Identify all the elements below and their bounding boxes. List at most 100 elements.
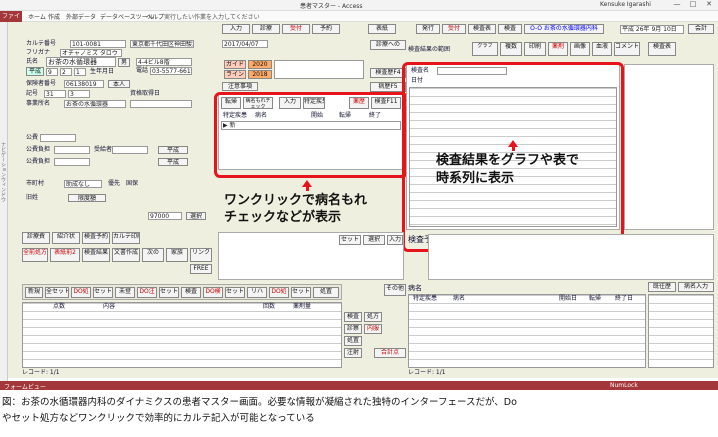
order-reha[interactable]: リハ	[247, 287, 267, 298]
kiou-button[interactable]: 既往歴	[648, 282, 676, 292]
bango-field[interactable]: 3	[68, 90, 90, 98]
zenki-button[interactable]: 全前処方	[22, 248, 48, 262]
nyuryoku-button[interactable]: 入力	[222, 24, 250, 34]
memo-panel[interactable]: セット 選択 入力	[218, 232, 404, 280]
birth-year-field[interactable]: 9	[46, 68, 58, 76]
era-selector-3[interactable]: 平成	[158, 158, 188, 166]
hakkou-button[interactable]: 発行	[416, 24, 440, 34]
kensa-hyou-button[interactable]: 検査表	[648, 42, 676, 56]
shoho-tab-button[interactable]: 処方	[364, 312, 382, 322]
graph-button[interactable]: グラフ	[472, 42, 498, 56]
kensa-button[interactable]: 検査	[498, 24, 522, 34]
set-button[interactable]: セット	[339, 235, 361, 245]
order-new[interactable]: 新規	[25, 287, 43, 298]
goukei-button[interactable]: 合計点	[374, 348, 406, 358]
clinic-name-button[interactable]: O-O お茶の水循環器内科	[524, 24, 604, 34]
patient-name-field[interactable]: お茶の水循環器	[46, 57, 116, 67]
order-mitou[interactable]: 未登	[115, 287, 135, 298]
furigana-field[interactable]: オチャノミズ タロウ	[60, 49, 122, 57]
shinsatsu-tab-button[interactable]: 診察	[344, 324, 362, 334]
tab-create[interactable]: 作成	[48, 12, 60, 21]
uketsuke-button-2[interactable]: 受付	[442, 24, 466, 34]
chumon-button[interactable]: 注意事項	[222, 82, 258, 91]
byomei-grid[interactable]: 特定疾患 病名 開始日 転帰 終了日	[408, 294, 646, 368]
date-field[interactable]: 2017/04/07	[222, 40, 268, 48]
naifuku-button[interactable]: 内服	[364, 324, 382, 334]
shikaku-field[interactable]	[130, 100, 192, 108]
order-set-3[interactable]: セット	[225, 287, 245, 298]
byomei-nyuryoku-button[interactable]: 病名入力	[678, 282, 714, 292]
tab-help[interactable]: ヘルプ	[146, 12, 164, 21]
juukyu-field[interactable]	[112, 146, 148, 154]
kensa-hyo-button[interactable]: 検査表	[468, 24, 496, 34]
guide-button[interactable]: ガイド	[224, 60, 246, 69]
honnin-selector[interactable]: 本人	[108, 80, 130, 88]
sonota-button[interactable]: その他	[384, 284, 406, 296]
next-button[interactable]: 次の	[142, 248, 164, 262]
birth-day-field[interactable]: 1	[74, 68, 86, 76]
navigation-pane[interactable]: ナビゲーションウィンドウ	[0, 22, 8, 382]
phone-field[interactable]: 03-5577-6613	[150, 67, 192, 75]
shinryo-button[interactable]: 診療	[252, 24, 280, 34]
comment-button[interactable]: コメント	[614, 42, 640, 56]
order-kensa[interactable]: 検査	[181, 287, 201, 298]
era-selector[interactable]: 平成	[26, 67, 44, 76]
minimize-icon[interactable]: —	[670, 0, 684, 10]
sentaku-button-2[interactable]: 選択	[363, 235, 385, 245]
kaikei-button[interactable]: 会計	[688, 24, 714, 34]
order-record-nav[interactable]: レコード: 1/1	[22, 369, 60, 377]
year-2020[interactable]: 2020	[248, 60, 272, 69]
shoukai-button[interactable]: 紹介状	[52, 232, 80, 244]
order-do-shoho[interactable]: DO処	[71, 287, 91, 298]
kensa-yotei-panel[interactable]	[428, 234, 714, 280]
hyoshi-button[interactable]: 表紙	[368, 24, 396, 34]
order-do-kensa[interactable]: DO検	[203, 287, 223, 298]
shochi-tab-button[interactable]: 処置	[344, 336, 362, 346]
tokurei-field[interactable]: 助成なし	[64, 180, 102, 188]
karte-print-button[interactable]: カルテ印刷	[112, 232, 140, 244]
order-set-1[interactable]: セット	[93, 287, 113, 298]
order-grid[interactable]: 点数 内容 回数 薬剤量	[22, 302, 342, 368]
tab-home[interactable]: ホーム	[28, 12, 46, 21]
year-2018[interactable]: 2018	[248, 70, 272, 79]
fukusu-button[interactable]: 複数	[500, 42, 522, 56]
shinryou-button[interactable]: 診療費	[22, 232, 50, 244]
file-tab[interactable]: ファイル	[0, 11, 22, 31]
yoyaku-button[interactable]: 予約	[312, 24, 340, 34]
kensa-kekka-button[interactable]: 検査結果	[82, 248, 110, 262]
jimusho-field[interactable]: お茶の水循環器	[64, 100, 126, 108]
order-shochi[interactable]: 処置	[313, 287, 339, 298]
address-field[interactable]: 東京都千代田区神田駿河台	[130, 40, 194, 48]
order-all-set[interactable]: 全セット	[45, 287, 69, 298]
shiyou-selector[interactable]: 限度額	[68, 194, 106, 202]
kouhi-field-1[interactable]	[40, 134, 76, 142]
gazou-button[interactable]: 画像	[570, 42, 590, 56]
karte-number-field[interactable]: 101-0081	[70, 40, 126, 48]
kiou-grid[interactable]	[648, 294, 714, 368]
kin-field[interactable]: 97000	[148, 212, 182, 220]
order-set-4[interactable]: セット	[291, 287, 311, 298]
ribbon-search[interactable]: 実行したい作業を入力してください	[164, 12, 260, 21]
tab-external-data[interactable]: 外部データ	[66, 12, 96, 21]
address-building-field[interactable]: 4-4ビル8階	[136, 58, 192, 66]
line-button[interactable]: ライン	[224, 70, 246, 79]
shinryo-link-button[interactable]: 診療への	[370, 40, 406, 50]
yakuzai-button[interactable]: 薬剤	[548, 42, 568, 56]
nyuuryoku-button[interactable]: 入力	[387, 235, 403, 245]
hyoukyaku-button[interactable]: 表紙前2	[50, 248, 80, 262]
kouhi-field-3[interactable]	[54, 158, 90, 166]
kensa-tab-button[interactable]: 検査	[344, 312, 362, 322]
kouhi-field-2[interactable]	[54, 146, 90, 154]
sentaku-button[interactable]: 選択	[186, 212, 206, 220]
kensa-yoyaku-button[interactable]: 検査予約	[82, 232, 110, 244]
insatsu-button[interactable]: 印刷	[524, 42, 546, 56]
close-icon[interactable]: ✕	[702, 0, 716, 10]
era-selector-2[interactable]: 平成	[158, 146, 188, 154]
byomei-record-nav[interactable]: レコード: 1/1	[408, 369, 446, 377]
ketsueki-button[interactable]: 血液	[592, 42, 612, 56]
bunsho-button[interactable]: 文書作成	[112, 248, 140, 262]
kazoku-button[interactable]: 家族	[166, 248, 188, 262]
insurer-number-field[interactable]: 06138019	[64, 80, 104, 88]
sex-selector[interactable]: 男	[118, 58, 130, 67]
uketsuke-button[interactable]: 受付	[282, 24, 310, 34]
